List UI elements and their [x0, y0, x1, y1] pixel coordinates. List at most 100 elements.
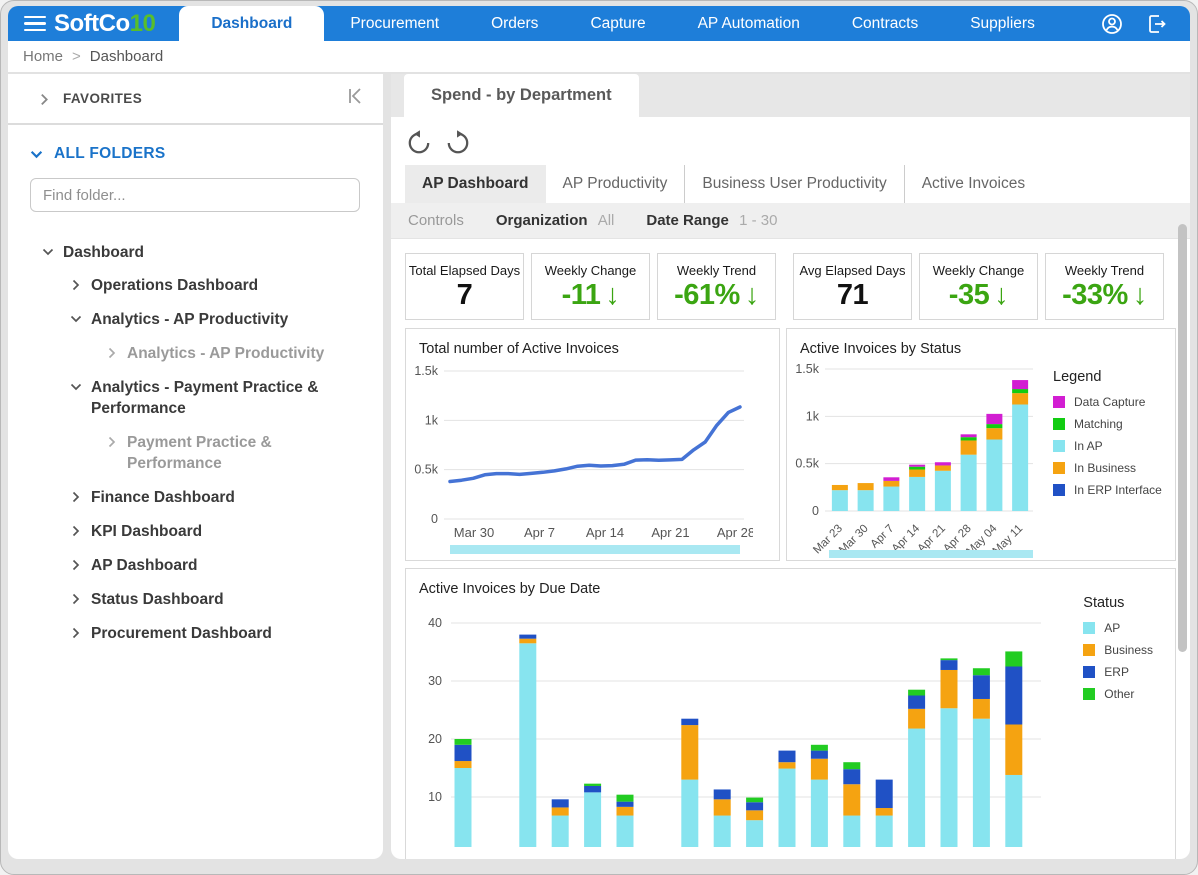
refresh-cw-button[interactable]	[445, 130, 471, 156]
breadcrumb-home[interactable]: Home	[23, 48, 63, 65]
nav-tab-contracts[interactable]: Contracts	[826, 6, 944, 41]
tree-item-analytics-payment-practice-performance[interactable]: Analytics - Payment Practice & Performan…	[30, 372, 363, 427]
tree-item-status-dashboard[interactable]: Status Dashboard	[30, 583, 363, 617]
favorites-label: FAVORITES	[63, 91, 142, 106]
legend-item-label: In Business	[1074, 461, 1136, 475]
chevron-right-icon[interactable]	[70, 627, 82, 639]
breadcrumb: Home > Dashboard	[8, 41, 1190, 74]
chevron-down-icon[interactable]	[42, 246, 54, 258]
refresh-toolbar	[391, 117, 1190, 165]
chevron-down-icon[interactable]	[70, 313, 82, 325]
subtab-business-user-productivity[interactable]: Business User Productivity	[684, 165, 903, 203]
tree-item-kpi-dashboard[interactable]: KPI Dashboard	[30, 515, 363, 549]
legend-item-label: In ERP Interface	[1074, 483, 1162, 497]
chevron-right-icon[interactable]	[70, 525, 82, 537]
chevron-right-icon[interactable]	[106, 347, 118, 359]
legend-item-in-ap[interactable]: In AP	[1053, 439, 1169, 453]
legend-item-ap[interactable]: AP	[1083, 621, 1153, 635]
kpi-number: -35	[949, 279, 989, 311]
logout-button[interactable]	[1134, 6, 1178, 41]
tree-item-operations-dashboard[interactable]: Operations Dashboard	[30, 270, 363, 304]
find-folder-input[interactable]	[30, 178, 360, 212]
svg-text:0: 0	[431, 512, 438, 526]
chevron-right-icon[interactable]	[106, 436, 118, 448]
legend-item-label: Business	[1104, 643, 1153, 657]
user-account-button[interactable]	[1090, 6, 1134, 41]
legend-swatch	[1083, 622, 1095, 634]
legend-swatch	[1053, 418, 1065, 430]
nav-tab-suppliers[interactable]: Suppliers	[944, 6, 1061, 41]
svg-text:1k: 1k	[425, 413, 439, 427]
chevron-right-icon[interactable]	[70, 279, 82, 291]
main-panel: Spend - by Department AP DashboardAP Pr	[391, 74, 1190, 859]
tree-item-label: Payment Practice & Performance	[127, 433, 363, 475]
tree-item-label: Finance Dashboard	[91, 488, 235, 509]
tree-item-finance-dashboard[interactable]: Finance Dashboard	[30, 481, 363, 515]
legend-swatch	[1083, 688, 1095, 700]
nav-tab-capture[interactable]: Capture	[564, 6, 671, 41]
nav-tab-dashboard[interactable]: Dashboard	[179, 6, 324, 41]
sidebar-body: ALL FOLDERS DashboardOperations Dashboar…	[8, 125, 383, 651]
kpi-number: 71	[837, 279, 868, 311]
tree-item-ap-dashboard[interactable]: AP Dashboard	[30, 549, 363, 583]
svg-text:Apr 7: Apr 7	[524, 525, 555, 540]
nav-spacer	[1061, 6, 1090, 41]
chart-title: Active Invoices by Due Date	[406, 569, 1175, 597]
subtab-active-invoices[interactable]: Active Invoices	[904, 165, 1042, 203]
favorites-header[interactable]: FAVORITES	[8, 74, 383, 125]
legend-item-in-business[interactable]: In Business	[1053, 461, 1169, 475]
tree-item-analytics-ap-productivity[interactable]: Analytics - AP Productivity	[30, 338, 363, 372]
legend-item-data-capture[interactable]: Data Capture	[1053, 395, 1169, 409]
kpi-label: Weekly Change	[920, 263, 1037, 278]
chevron-down-icon[interactable]	[70, 381, 82, 393]
kpi-number: -33%	[1062, 279, 1128, 311]
chevron-right-icon[interactable]	[70, 559, 82, 571]
vertical-scrollbar-thumb[interactable]	[1178, 224, 1187, 652]
page-tab-spend-by-department[interactable]: Spend - by Department	[404, 74, 639, 117]
chart-active-invoices-by-status: Active Invoices by Status 00.5k1k1.5kMar…	[786, 328, 1176, 561]
app-window: SoftCo10 DashboardProcurementOrdersCaptu…	[0, 0, 1198, 875]
svg-text:0: 0	[812, 504, 819, 518]
all-folders-label: ALL FOLDERS	[54, 145, 166, 163]
kpi-label: Weekly Trend	[658, 263, 775, 278]
date-range-filter[interactable]: Date Range 1 - 30	[646, 212, 777, 229]
collapse-panel-button[interactable]	[345, 86, 365, 111]
due-date-chart-legend: StatusAPBusinessERPOther	[1083, 595, 1153, 709]
logo-text: SoftCo	[54, 10, 130, 38]
refresh-ccw-button[interactable]	[406, 130, 432, 156]
tree-item-payment-practice-performance[interactable]: Payment Practice & Performance	[30, 427, 363, 482]
tree-item-dashboard[interactable]: Dashboard	[30, 236, 363, 270]
chevron-right-icon[interactable]	[70, 593, 82, 605]
subtab-ap-dashboard[interactable]: AP Dashboard	[405, 165, 546, 203]
legend-item-business[interactable]: Business	[1083, 643, 1153, 657]
svg-text:1k: 1k	[806, 409, 820, 423]
legend-item-other[interactable]: Other	[1083, 687, 1153, 701]
legend-item-matching[interactable]: Matching	[1053, 417, 1169, 431]
charts-row: Total number of Active Invoices 00.5k1k1…	[391, 328, 1190, 561]
top-navbar: SoftCo10 DashboardProcurementOrdersCaptu…	[8, 6, 1190, 41]
hamburger-icon[interactable]	[8, 6, 54, 41]
tree-item-procurement-dashboard[interactable]: Procurement Dashboard	[30, 617, 363, 651]
legend-item-in-erp-interface[interactable]: In ERP Interface	[1053, 483, 1169, 497]
page-tab-strip: Spend - by Department	[391, 74, 1190, 117]
breadcrumb-current: Dashboard	[90, 48, 163, 65]
all-folders-toggle[interactable]: ALL FOLDERS	[30, 145, 363, 163]
legend-item-erp[interactable]: ERP	[1083, 665, 1153, 679]
organization-filter[interactable]: Organization All	[496, 212, 615, 229]
nav-tab-ap-automation[interactable]: AP Automation	[672, 6, 826, 41]
subtab-ap-productivity[interactable]: AP Productivity	[546, 165, 685, 203]
down-arrow-icon: ↓	[1133, 279, 1147, 311]
tree-item-analytics-ap-productivity[interactable]: Analytics - AP Productivity	[30, 304, 363, 338]
tree-item-label: Procurement Dashboard	[91, 624, 272, 645]
kpi-card-total-elapsed-days-0: Total Elapsed Days7	[405, 253, 524, 320]
nav-tab-procurement[interactable]: Procurement	[324, 6, 465, 41]
legend-item-label: Data Capture	[1074, 395, 1145, 409]
nav-tab-orders[interactable]: Orders	[465, 6, 564, 41]
legend-item-label: AP	[1104, 621, 1120, 635]
controls-bar: Controls Organization All Date Range 1 -…	[391, 203, 1190, 239]
nav-tabs: DashboardProcurementOrdersCaptureAP Auto…	[179, 6, 1060, 41]
chevron-right-icon[interactable]	[70, 491, 82, 503]
dashboard-subtabs: AP DashboardAP ProductivityBusiness User…	[391, 165, 1190, 203]
kpi-card-weekly-trend-2: Weekly Trend-61%↓	[657, 253, 776, 320]
chevron-down-icon	[30, 148, 42, 160]
